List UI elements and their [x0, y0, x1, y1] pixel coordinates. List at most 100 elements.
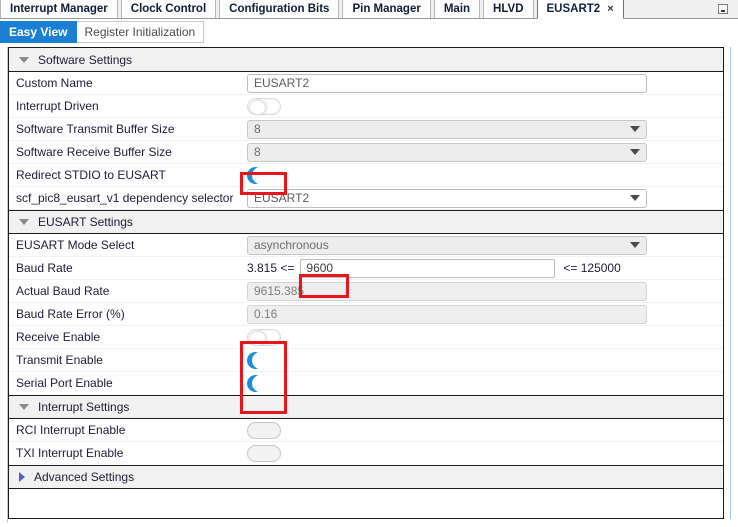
mplab-code-configurator-window: Interrupt Manager Clock Control Configur…	[0, 0, 738, 527]
field-control	[247, 95, 723, 118]
tab-eusart2[interactable]: EUSART2 ×	[536, 0, 624, 19]
row-baud-rate-error: Baud Rate Error (%) 0.16	[9, 303, 723, 326]
section-title: Advanced Settings	[34, 470, 135, 484]
field-control: 0.16	[247, 303, 723, 326]
actual-baud-rate-value: 9615.385	[247, 281, 647, 301]
field-label: Software Receive Buffer Size	[16, 145, 172, 159]
section-header-interrupt-settings[interactable]: Interrupt Settings	[9, 395, 723, 419]
field-label: Interrupt Driven	[16, 99, 99, 113]
field-label: Baud Rate Error (%)	[16, 307, 125, 321]
field-control: asynchronous	[247, 234, 723, 257]
dropdown-value: EUSART2	[254, 191, 310, 205]
field-control: 8	[247, 141, 723, 164]
field-label: Baud Rate	[16, 261, 73, 275]
tab-main[interactable]: Main	[433, 0, 481, 18]
section-title: Software Settings	[38, 52, 133, 67]
field-control	[247, 419, 723, 442]
row-software-transmit-buffer-size: Software Transmit Buffer Size 8	[9, 118, 723, 141]
row-interrupt-driven: Interrupt Driven	[9, 95, 723, 118]
chevron-down-icon[interactable]	[19, 219, 29, 225]
chevron-down-icon	[630, 149, 640, 155]
eusart-mode-select-dropdown[interactable]: asynchronous	[247, 235, 647, 255]
panel-right-edge	[730, 47, 731, 519]
field-label: Redirect STDIO to EUSART	[16, 168, 166, 182]
tab-label: Interrupt Manager	[10, 3, 108, 15]
receive-enable-toggle[interactable]	[247, 328, 281, 346]
section-title: Interrupt Settings	[38, 400, 130, 414]
tab-register-initialization[interactable]: Register Initialization	[76, 21, 205, 43]
chevron-right-icon[interactable]	[19, 472, 25, 482]
serial-port-enable-toggle[interactable]	[247, 374, 281, 392]
field-label: Receive Enable	[16, 330, 101, 344]
dropdown-value: 8	[254, 145, 261, 159]
view-tab-bar: Easy View Register Initialization	[0, 19, 738, 46]
field-label: TXI Interrupt Enable	[16, 446, 124, 460]
field-label: Transmit Enable	[16, 353, 103, 367]
chevron-down-icon	[630, 195, 640, 201]
field-control	[247, 372, 723, 395]
field-label: EUSART Mode Select	[16, 238, 135, 252]
baud-rate-input[interactable]: 9600	[300, 258, 556, 278]
section-header-software-settings[interactable]: Software Settings	[9, 48, 723, 72]
row-custom-name: Custom Name EUSART2	[9, 72, 723, 95]
tab-interrupt-manager[interactable]: Interrupt Manager	[0, 0, 118, 18]
dropdown-value: asynchronous	[254, 238, 329, 252]
tab-label: Main	[443, 3, 471, 15]
row-receive-enable: Receive Enable	[9, 326, 723, 349]
row-redirect-stdio-to-eusart: Redirect STDIO to EUSART	[9, 164, 723, 187]
minimize-button[interactable]	[712, 0, 734, 18]
tab-pin-manager[interactable]: Pin Manager	[342, 0, 431, 18]
tab-clock-control[interactable]: Clock Control	[120, 0, 217, 18]
row-dependency-selector: scf_pic8_eusart_v1 dependency selector E…	[9, 187, 723, 210]
dropdown-value: 8	[254, 122, 261, 136]
row-transmit-enable: Transmit Enable	[9, 349, 723, 372]
software-transmit-buffer-size-dropdown[interactable]: 8	[247, 119, 647, 139]
field-label: Serial Port Enable	[16, 376, 113, 390]
field-label: Software Transmit Buffer Size	[16, 122, 175, 136]
section-title: EUSART Settings	[38, 215, 133, 229]
field-control: EUSART2	[247, 187, 723, 210]
row-serial-port-enable: Serial Port Enable	[9, 372, 723, 395]
settings-panel: Software Settings Custom Name EUSART2 In…	[8, 47, 724, 519]
baud-rate-min-label: 3.815 <=	[247, 261, 295, 275]
field-control	[247, 326, 723, 349]
baud-rate-error-value: 0.16	[247, 304, 647, 324]
field-label: scf_pic8_eusart_v1 dependency selector	[16, 191, 234, 205]
redirect-stdio-to-eusart-toggle[interactable]	[247, 166, 281, 184]
row-baud-rate: Baud Rate 3.815 <= 9600 <= 125000	[9, 257, 723, 280]
chevron-down-icon	[630, 242, 640, 248]
tab-label: HLVD	[493, 3, 524, 15]
field-label: RCI Interrupt Enable	[16, 423, 126, 437]
transmit-enable-toggle[interactable]	[247, 351, 281, 369]
software-receive-buffer-size-dropdown[interactable]: 8	[247, 142, 647, 162]
section-header-eusart-settings[interactable]: EUSART Settings	[9, 210, 723, 234]
tab-label: Pin Manager	[352, 3, 421, 15]
custom-name-input[interactable]: EUSART2	[247, 73, 647, 93]
section-header-advanced-settings[interactable]: Advanced Settings	[9, 465, 723, 489]
close-icon[interactable]: ×	[607, 0, 613, 18]
row-eusart-mode-select: EUSART Mode Select asynchronous	[9, 234, 723, 257]
dependency-selector-dropdown[interactable]: EUSART2	[247, 188, 647, 208]
field-control: 9615.385	[247, 280, 723, 303]
txi-interrupt-enable-toggle	[247, 444, 281, 462]
field-control	[247, 164, 723, 187]
tab-bar-spacer	[627, 0, 712, 18]
field-control	[247, 349, 723, 372]
interrupt-driven-toggle[interactable]	[247, 97, 281, 115]
row-software-receive-buffer-size: Software Receive Buffer Size 8	[9, 141, 723, 164]
minimize-icon	[718, 3, 728, 14]
toggle-knob	[252, 374, 269, 392]
toggle-knob	[252, 351, 269, 369]
field-control: EUSART2	[247, 72, 723, 95]
tab-easy-view[interactable]: Easy View	[0, 21, 77, 43]
tab-configuration-bits[interactable]: Configuration Bits	[219, 0, 340, 18]
field-label: Custom Name	[16, 76, 93, 90]
baud-rate-max-label: <= 125000	[563, 261, 621, 275]
chevron-down-icon[interactable]	[19, 404, 29, 410]
toggle-knob	[252, 166, 269, 184]
chevron-down-icon[interactable]	[19, 56, 29, 63]
tab-hlvd[interactable]: HLVD	[483, 0, 534, 18]
rci-interrupt-enable-toggle	[247, 421, 281, 439]
tab-label: Clock Control	[130, 3, 207, 15]
row-actual-baud-rate: Actual Baud Rate 9615.385	[9, 280, 723, 303]
